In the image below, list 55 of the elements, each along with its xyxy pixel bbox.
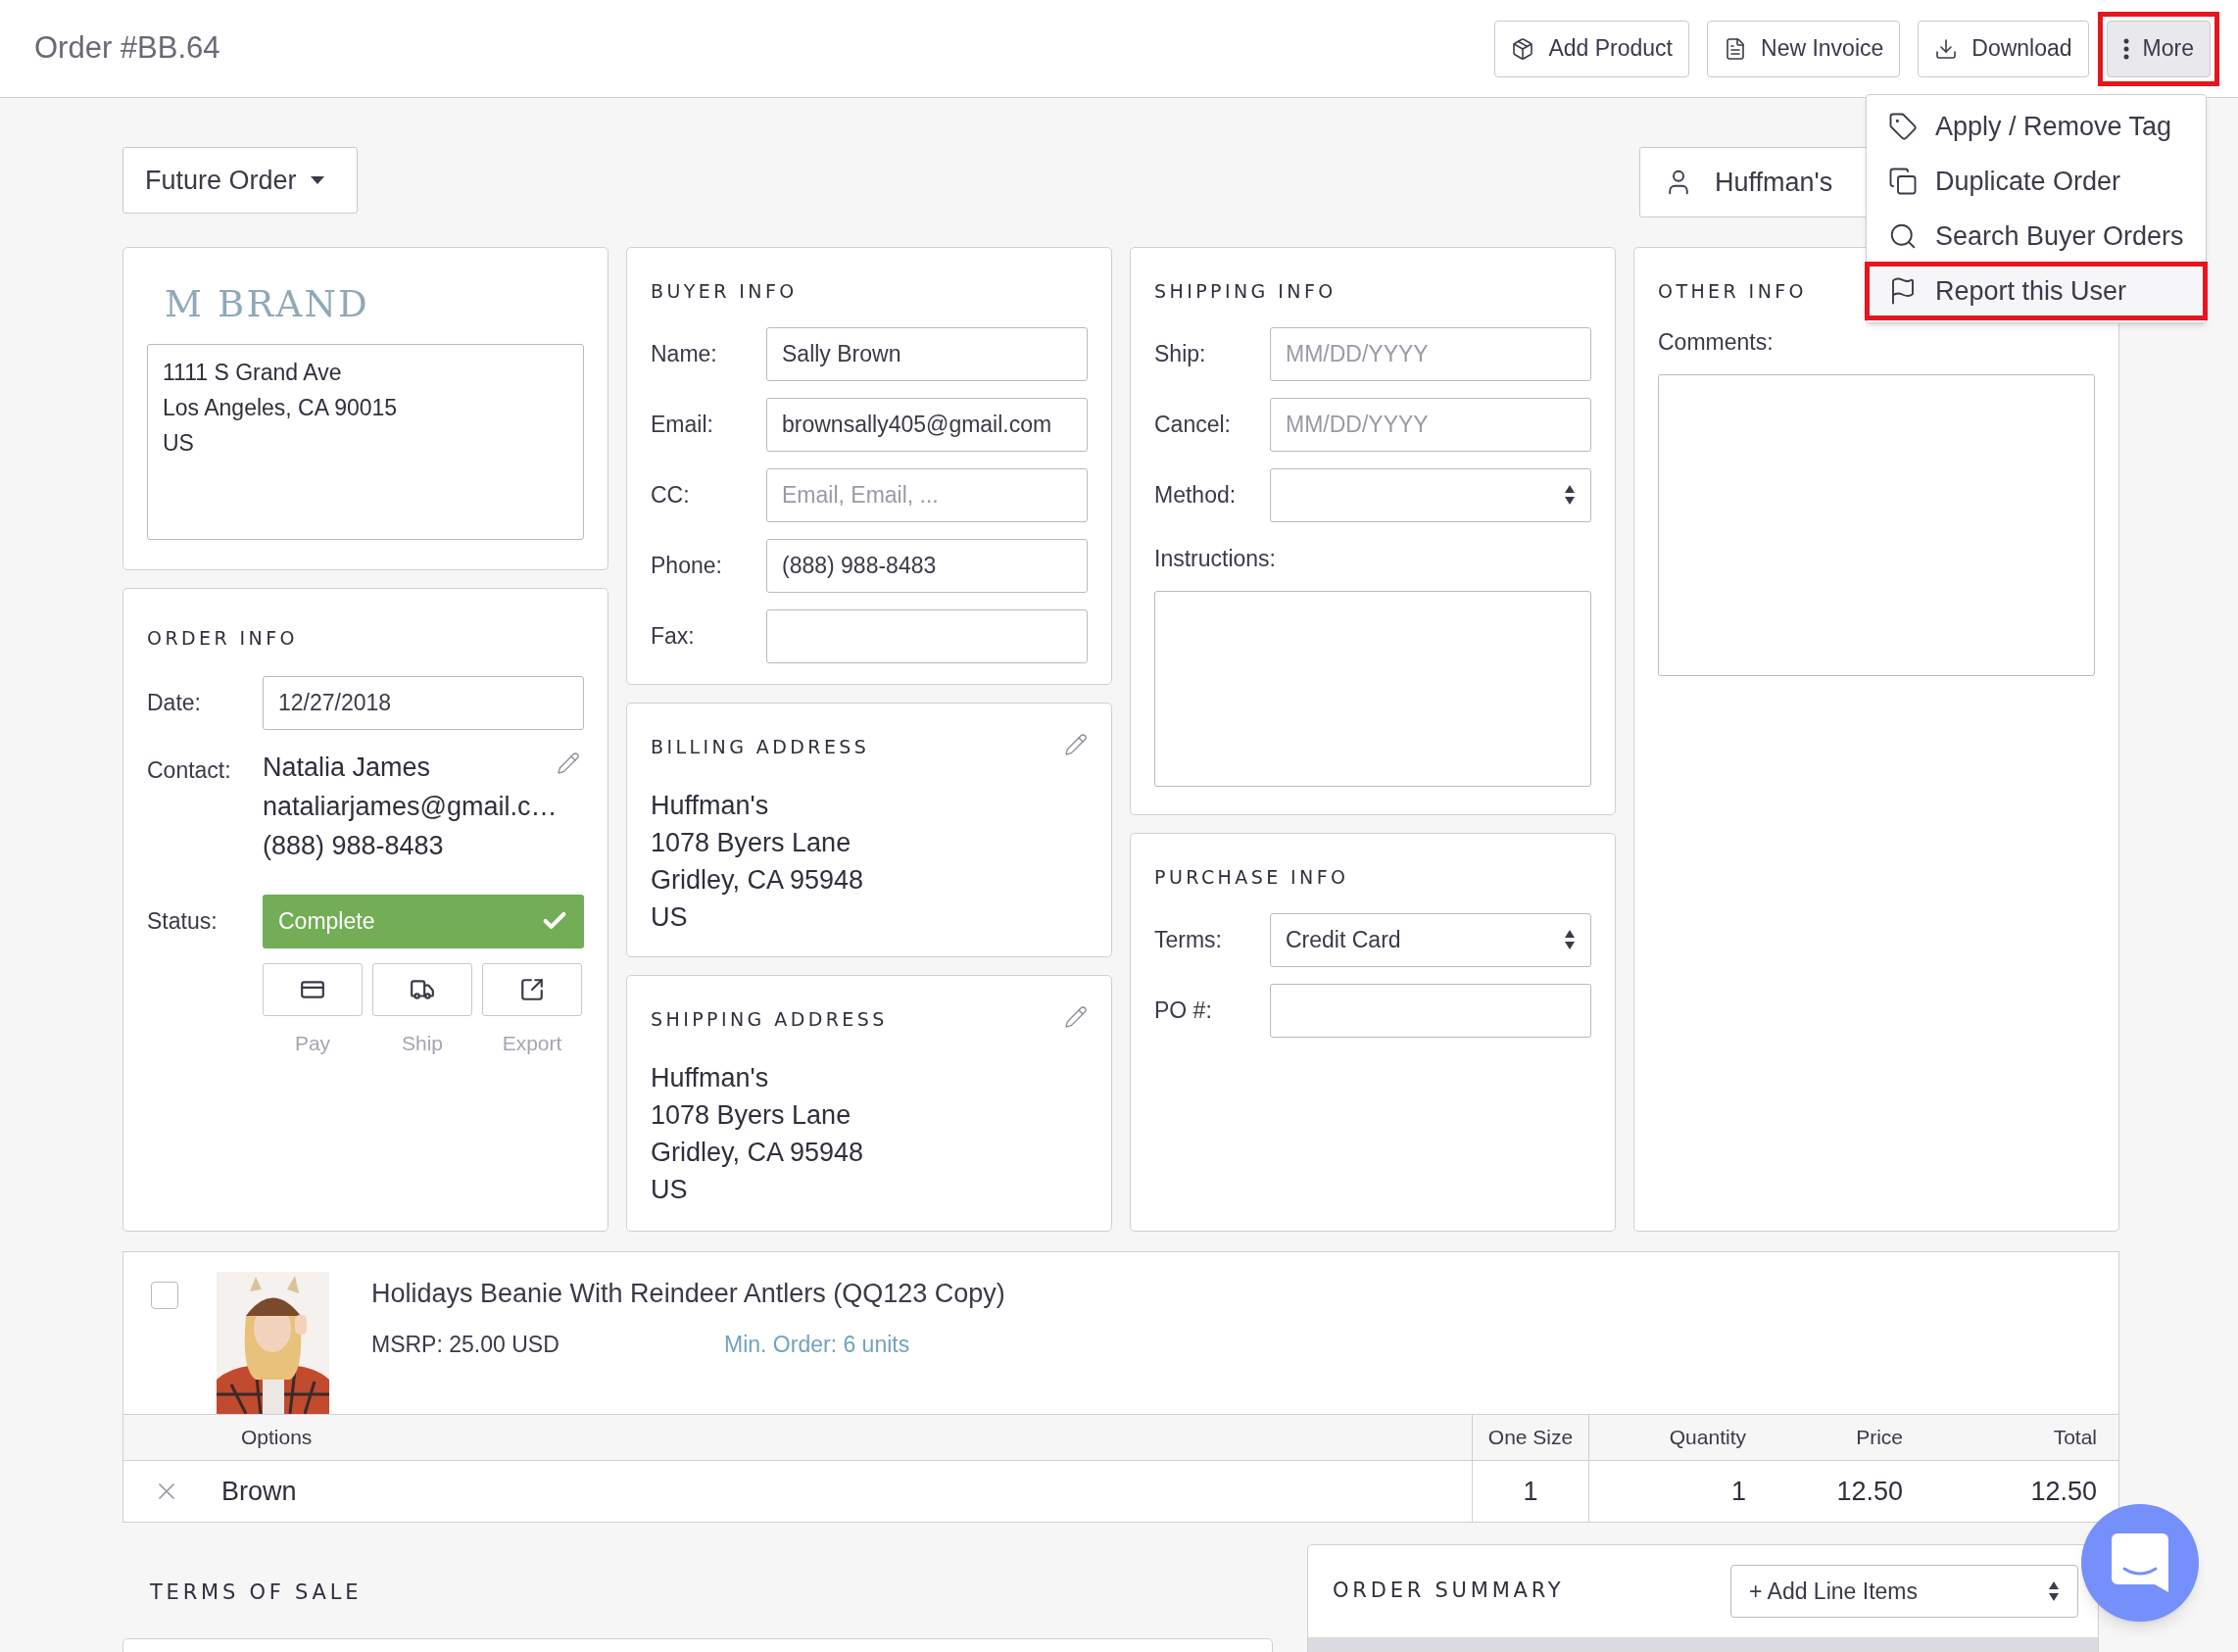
table-cell-text: Brown (221, 1475, 297, 1508)
field-label: Ship: (1154, 339, 1207, 368)
field-label: CC: (651, 480, 691, 510)
contact-line: nataliarjames@gmail.c… (263, 790, 557, 823)
address-line: Gridley, CA 95948 (651, 863, 865, 897)
column-header: Quantity (1669, 1425, 1746, 1451)
table-cell-text: 1 (1523, 1475, 1538, 1508)
table-cell-text: 1 (1730, 1475, 1746, 1508)
section-heading: ORDER INFO (147, 626, 298, 651)
address-line: US (651, 1173, 689, 1206)
column-header: One Size (1487, 1425, 1574, 1451)
section-heading: TERMS OF SALE (150, 1579, 363, 1606)
field-label: Date: (147, 688, 202, 717)
contact-line: Natalia James (263, 751, 432, 784)
column-header: Total (2053, 1425, 2097, 1451)
brand-logo: M BRAND (164, 282, 369, 327)
order-title: Order #BB.64 (34, 29, 220, 68)
address-line: US (163, 428, 194, 458)
field-label: Email: (651, 410, 714, 439)
column-header: Price (1856, 1425, 1903, 1451)
action-label: Export (502, 1030, 562, 1056)
field-label: Phone: (651, 551, 723, 580)
product-name: Holidays Beanie With Reindeer Antlers (QQ123 Copy) (371, 1278, 1005, 1310)
section-heading: SHIPPING ADDRESS (651, 1007, 888, 1032)
address-line: Los Angeles, CA 90015 (163, 393, 398, 422)
address-line: 1111 S Grand Ave (163, 358, 342, 387)
action-label: Pay (294, 1030, 331, 1056)
section-heading: BUYER INFO (651, 279, 798, 304)
field-label: Contact: (147, 755, 232, 785)
section-heading: BILLING ADDRESS (651, 735, 870, 759)
address-line: Gridley, CA 95948 (651, 1136, 865, 1169)
table-cell-text: 12.50 (2030, 1475, 2097, 1508)
field-label: Name: (651, 339, 718, 368)
field-label: Instructions: (1154, 544, 1276, 573)
address-line: 1078 Byers Lane (651, 826, 852, 859)
address-line: Huffman's (651, 1061, 770, 1094)
address-line: US (651, 900, 689, 934)
field-label: Fax: (651, 621, 696, 651)
section-heading: OTHER INFO (1658, 279, 1807, 304)
section-heading: SHIPPING INFO (1154, 279, 1337, 304)
field-label: Method: (1154, 480, 1238, 510)
address-line: 1078 Byers Lane (651, 1098, 852, 1132)
field-label: Status: (147, 906, 219, 936)
section-heading: PURCHASE INFO (1154, 865, 1349, 890)
column-header: Options (241, 1425, 313, 1451)
contact-line: (888) 988-8483 (263, 829, 445, 862)
table-cell-text: 12.50 (1836, 1475, 1903, 1508)
field-label: PO #: (1154, 996, 1213, 1025)
field-label: Cancel: (1154, 410, 1232, 439)
field-label: Comments: (1658, 327, 1774, 357)
field-label: Terms: (1154, 925, 1223, 954)
msrp-text: MSRP: 25.00 USD (371, 1330, 560, 1359)
section-heading: ORDER SUMMARY (1333, 1578, 1565, 1605)
address-line: Huffman's (651, 789, 770, 822)
action-label: Ship (402, 1030, 443, 1056)
